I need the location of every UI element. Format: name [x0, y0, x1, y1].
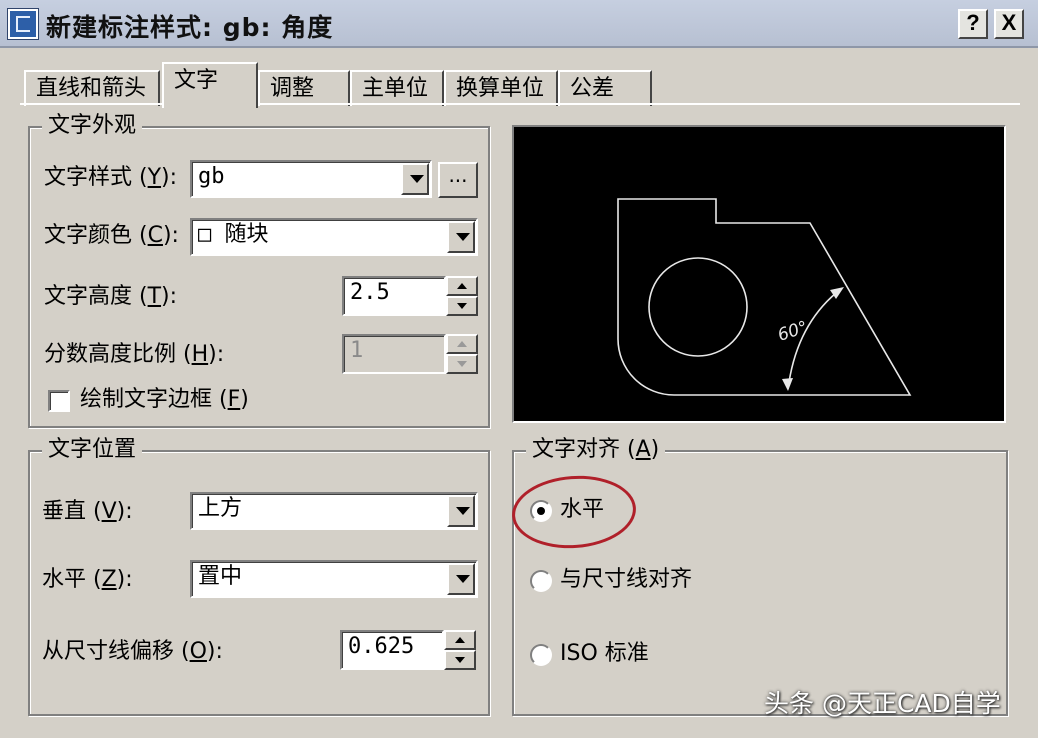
chevron-down-icon[interactable]: [447, 495, 475, 527]
dimension-preview-drawing: 60°: [617, 198, 912, 396]
tab-strip: 直线和箭头 文字 调整 主单位 换算单位 公差: [0, 62, 1038, 108]
align-iso-label: ISO 标准: [560, 641, 649, 666]
fraction-scale-value: 1: [350, 338, 364, 363]
vertical-position-dropdown[interactable]: 上方: [190, 492, 478, 530]
spin-down-icon[interactable]: [444, 650, 476, 670]
tab-fit[interactable]: 调整: [258, 70, 350, 106]
spin-up-icon[interactable]: [446, 276, 478, 296]
text-height-value: 2.5: [350, 280, 390, 305]
fraction-scale-input: 1: [342, 334, 446, 374]
window-title: 新建标注样式: gb: 角度: [46, 13, 334, 42]
chevron-down-icon[interactable]: [401, 163, 429, 195]
offset-input[interactable]: 0.625: [340, 630, 444, 670]
help-button[interactable]: ?: [958, 9, 988, 39]
text-height-input[interactable]: 2.5: [342, 276, 446, 316]
chevron-down-icon[interactable]: [447, 221, 475, 253]
fraction-scale-spinner: [446, 334, 478, 374]
horizontal-position-dropdown[interactable]: 置中: [190, 560, 478, 598]
text-color-value: □ 随块: [198, 222, 269, 247]
watermark-text: 头条 @天正CAD自学: [764, 689, 1001, 718]
spin-up-icon[interactable]: [444, 630, 476, 650]
vertical-position-value: 上方: [198, 496, 243, 521]
title-bar: 新建标注样式: gb: 角度 ? X: [0, 0, 1038, 48]
tab-text[interactable]: 文字: [162, 62, 258, 108]
spin-down-icon[interactable]: [446, 296, 478, 316]
preview-panel: 60°: [512, 125, 1006, 423]
align-with-dimline-radio[interactable]: [530, 570, 552, 592]
text-color-dropdown[interactable]: □ 随块: [190, 218, 478, 256]
text-height-spinner[interactable]: [446, 276, 478, 316]
text-height-label: 文字高度 (T):: [44, 284, 178, 309]
fraction-scale-label: 分数高度比例 (H):: [44, 342, 225, 367]
text-style-label: 文字样式 (Y):: [44, 165, 178, 190]
spin-down-icon: [446, 354, 478, 374]
browse-style-button[interactable]: ...: [438, 162, 478, 198]
align-iso-radio[interactable]: [530, 644, 552, 666]
offset-spinner[interactable]: [444, 630, 476, 670]
align-with-dimline-label: 与尺寸线对齐: [560, 567, 693, 592]
tab-tolerances[interactable]: 公差: [558, 70, 652, 106]
part-outline: [617, 198, 912, 396]
arrowhead-icon: [782, 378, 793, 391]
draw-frame-checkbox[interactable]: [48, 390, 70, 412]
tab-lines-arrows[interactable]: 直线和箭头: [24, 70, 160, 106]
close-button[interactable]: X: [994, 9, 1024, 39]
horizontal-position-value: 置中: [198, 564, 243, 589]
vertical-label: 垂直 (V):: [42, 499, 133, 524]
tab-alternate-units[interactable]: 换算单位: [444, 70, 558, 106]
offset-label: 从尺寸线偏移 (O):: [42, 639, 223, 664]
draw-frame-label: 绘制文字边框 (F): [80, 387, 249, 412]
chevron-down-icon[interactable]: [447, 563, 475, 595]
app-icon[interactable]: [8, 9, 38, 39]
tab-primary-units[interactable]: 主单位: [350, 70, 444, 106]
text-style-value: gb: [198, 164, 225, 189]
text-style-dropdown[interactable]: gb: [190, 160, 432, 198]
text-appearance-legend: 文字外观: [42, 111, 143, 141]
offset-value: 0.625: [348, 634, 415, 659]
text-color-label: 文字颜色 (C):: [44, 223, 179, 248]
text-alignment-legend: 文字对齐 (A): [526, 435, 666, 465]
text-position-legend: 文字位置: [42, 435, 143, 465]
hole-circle: [648, 257, 748, 357]
horizontal-label: 水平 (Z):: [42, 567, 133, 592]
angle-dimension-text: 60°: [775, 317, 810, 345]
spin-up-icon: [446, 334, 478, 354]
